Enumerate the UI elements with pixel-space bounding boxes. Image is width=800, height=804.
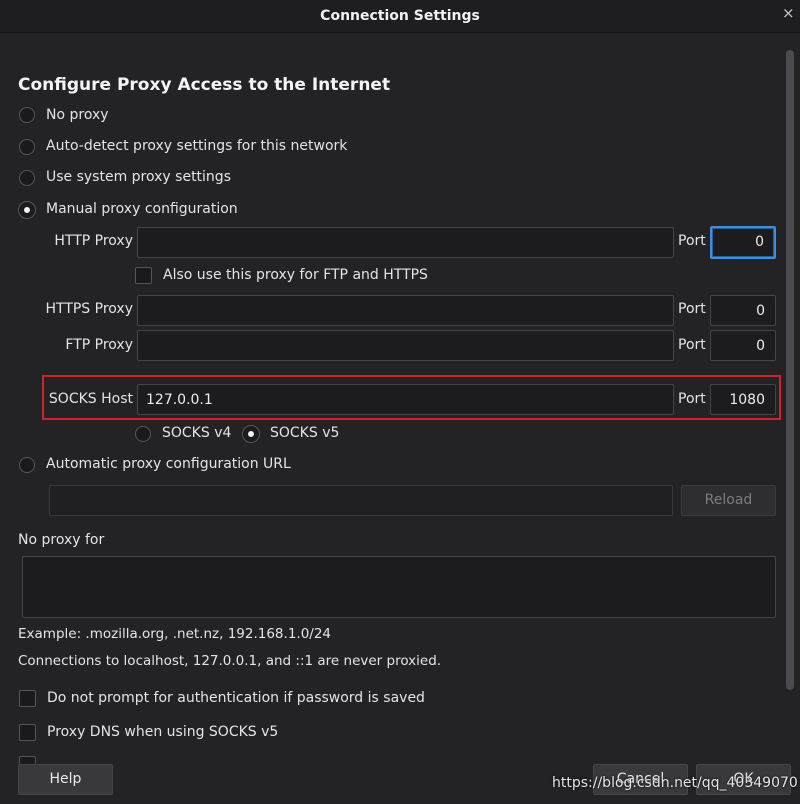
http-proxy-label: HTTP Proxy [54,233,133,249]
localhost-note: Connections to localhost, 127.0.0.1, and… [18,653,442,669]
example-text: Example: .mozilla.org, .net.nz, 192.168.… [18,626,332,642]
also-use-proxy-checkbox[interactable] [135,267,152,284]
radio-socks-v5[interactable] [243,426,259,442]
https-proxy-input[interactable] [137,295,674,326]
socks-host-input[interactable]: 127.0.0.1 [137,384,674,415]
reload-button[interactable]: Reload [681,485,776,516]
close-icon[interactable]: × [782,4,795,22]
also-use-proxy-label[interactable]: Also use this proxy for FTP and HTTPS [163,267,428,283]
radio-system-proxy-label[interactable]: Use system proxy settings [46,169,231,185]
https-proxy-label: HTTPS Proxy [45,301,133,317]
radio-socks-v4-label[interactable]: SOCKS v4 [162,425,231,441]
no-proxy-for-textarea[interactable] [22,556,776,618]
https-port-input[interactable]: 0 [710,295,776,326]
no-prompt-auth-checkbox[interactable] [19,690,36,707]
radio-auto-detect-label[interactable]: Auto-detect proxy settings for this netw… [46,138,347,154]
radio-no-proxy-label[interactable]: No proxy [46,107,109,123]
auto-url-input[interactable] [49,485,673,516]
radio-manual-proxy-label[interactable]: Manual proxy configuration [46,201,238,217]
proxy-dns-checkbox[interactable] [19,724,36,741]
radio-auto-detect[interactable] [19,139,35,155]
no-proxy-for-label: No proxy for [18,532,105,548]
radio-auto-url[interactable] [19,457,35,473]
socks-host-label: SOCKS Host [48,391,133,407]
ftp-proxy-input[interactable] [137,330,674,361]
radio-manual-proxy[interactable] [19,202,35,218]
http-port-label: Port [678,233,706,249]
http-proxy-input[interactable] [137,227,674,258]
radio-system-proxy[interactable] [19,170,35,186]
window-title: Connection Settings [320,8,480,24]
watermark: https://blog.csdn.net/qq_40349070 [552,775,798,791]
socks-port-input[interactable]: 1080 [710,384,776,415]
ftp-port-input[interactable]: 0 [710,330,776,361]
radio-socks-v5-label[interactable]: SOCKS v5 [270,425,339,441]
section-heading: Configure Proxy Access to the Internet [18,75,391,95]
no-prompt-auth-label[interactable]: Do not prompt for authentication if pass… [47,690,425,706]
scrollbar[interactable] [786,50,794,690]
socks-port-label: Port [678,391,706,407]
proxy-dns-label[interactable]: Proxy DNS when using SOCKS v5 [47,724,278,740]
partial-checkbox[interactable] [19,756,36,764]
radio-no-proxy[interactable] [19,107,35,123]
help-button[interactable]: Help [18,764,113,795]
ftp-port-label: Port [678,337,706,353]
radio-auto-url-label[interactable]: Automatic proxy configuration URL [46,456,291,472]
ftp-proxy-label: FTP Proxy [65,337,133,353]
radio-socks-v4[interactable] [135,426,151,442]
title-bar: Connection Settings × [0,0,800,33]
http-port-input[interactable]: 0 [710,226,776,259]
https-port-label: Port [678,301,706,317]
